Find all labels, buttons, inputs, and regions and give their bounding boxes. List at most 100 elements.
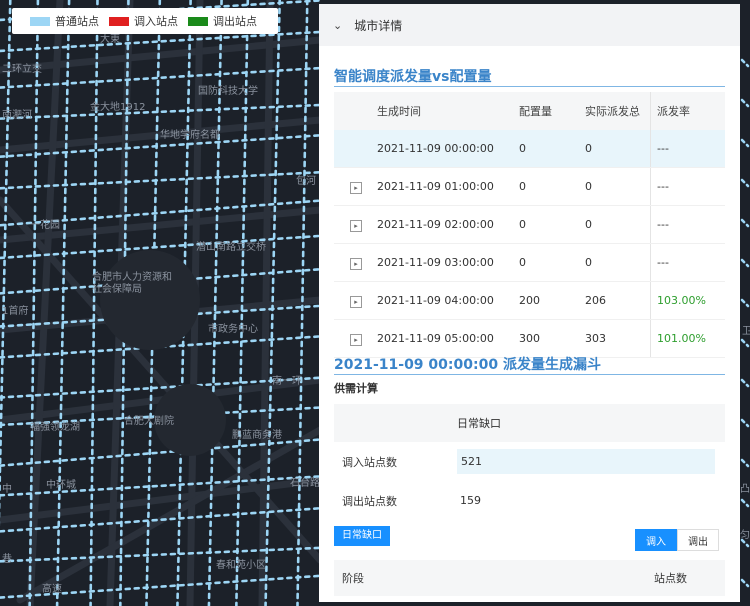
cell-rate: --- (650, 205, 725, 244)
table-header-row: 生成时间 配置量 实际派发总 派发率 (334, 92, 725, 130)
map-label: 中 (2, 484, 12, 495)
table-header-row: 日常缺口 (334, 404, 725, 442)
station-line (0, 546, 322, 563)
expand-col-header (334, 92, 376, 130)
legend-item-normal[interactable]: 普通站点 (30, 13, 99, 29)
map-label: 卫 (742, 326, 750, 337)
table-row[interactable]: ▸ 2021-11-09 01:00:00 0 0 --- (334, 167, 725, 206)
cell-time: 2021-11-09 02:00:00 (376, 205, 518, 244)
legend-swatch (30, 16, 50, 26)
map-label: 南一环 (272, 376, 302, 387)
expand-icon[interactable]: ▸ (350, 257, 362, 270)
map-label: 鹏蓝商务港 (232, 430, 282, 441)
toggle-in-button[interactable]: 调入 (635, 529, 677, 551)
map-label: 凸 (740, 484, 750, 495)
table-row[interactable]: ▸ 2021-11-09 04:00:00 200 206 103.00% (334, 281, 725, 320)
chevron-down-icon[interactable]: ⌄ (333, 19, 342, 32)
cell-time: 2021-11-09 00:00:00 (376, 130, 518, 168)
legend-item-in[interactable]: 调入站点 (109, 13, 178, 29)
legend-label: 调出站点 (213, 15, 257, 28)
col-header[interactable]: 生成时间 (376, 92, 518, 130)
legend-swatch (188, 16, 208, 26)
col-header[interactable]: 派发率 (650, 92, 725, 130)
table-row[interactable]: ▸ 2021-11-09 03:00:00 0 0 --- (334, 243, 725, 282)
col-header[interactable]: 实际派发总 (584, 92, 651, 130)
legend-swatch (109, 16, 129, 26)
table-row[interactable]: ▸ 2021-11-09 02:00:00 0 0 --- (334, 205, 725, 244)
cell-rate: --- (650, 167, 725, 206)
table-row: 调入站点数 521 (334, 442, 725, 481)
city-detail-panel: ⌄ 城市详情 智能调度派发量vs配置量 生成时间 配置量 实际派发总 派发率 2… (319, 4, 740, 602)
station-line (740, 98, 750, 108)
map-label: 金大地1912 (90, 102, 146, 113)
map-label: 潜山南路立交桥 (196, 242, 266, 253)
map-legend: 普通站点 调入站点 调出站点 (12, 8, 278, 34)
cell-rate: --- (650, 130, 725, 168)
divider (334, 374, 725, 375)
cell-value: 159 (460, 494, 481, 507)
panel-title: 城市详情 (354, 18, 403, 33)
row-header-blank (334, 404, 456, 442)
table-row[interactable]: ▸ 2021-11-09 05:00:00 300 303 101.00% (334, 319, 725, 358)
park-area (100, 250, 200, 350)
station-line (740, 378, 750, 388)
expand-cell[interactable]: ▸ (334, 167, 376, 206)
map-label: 南淝河 (2, 110, 32, 121)
expand-cell[interactable]: ▸ (334, 281, 376, 320)
supply-table: 日常缺口 调入站点数 521 调出站点数 159 (334, 404, 725, 520)
in-out-toggle: 调入 调出 (635, 529, 719, 551)
expand-icon[interactable]: ▸ (350, 219, 362, 232)
expand-cell[interactable]: ▸ (334, 243, 376, 282)
toggle-out-button[interactable]: 调出 (677, 529, 719, 551)
cell-config: 0 (518, 243, 584, 282)
expand-icon[interactable]: ▸ (350, 295, 362, 308)
panel-header[interactable]: ⌄ 城市详情 (319, 4, 740, 46)
cell-rate: 101.00% (650, 319, 725, 358)
cell-rate: 103.00% (650, 281, 725, 320)
map-label: 华地学府名都 (160, 130, 220, 141)
table-row[interactable]: 2021-11-09 00:00:00 0 0 --- (334, 130, 725, 168)
divider (334, 86, 725, 87)
map-label: 石台路 (290, 478, 320, 489)
legend-label: 普通站点 (55, 15, 99, 28)
station-line (740, 458, 750, 468)
col-header: 阶段 (334, 560, 653, 596)
station-line (740, 58, 750, 68)
station-line (740, 258, 750, 268)
station-line (740, 498, 750, 508)
expand-icon[interactable]: ▸ (350, 181, 362, 194)
map-label: 巷 (2, 554, 12, 565)
col-header[interactable]: 配置量 (518, 92, 584, 130)
expand-cell[interactable]: ▸ (334, 205, 376, 244)
daily-gap-button[interactable]: 日常缺口 (334, 526, 390, 546)
map-label: 1首府 (2, 306, 29, 317)
expand-cell[interactable]: ▸ (334, 319, 376, 358)
cell-actual: 0 (584, 167, 651, 206)
map-label: 市政务中心 (208, 324, 258, 335)
legend-label: 调入站点 (134, 15, 178, 28)
map-label: 中环城 (46, 480, 76, 491)
cell-config: 0 (518, 130, 584, 168)
supply-label: 供需计算 (334, 382, 378, 395)
cell-config: 300 (518, 319, 584, 358)
section-title-funnel: 2021-11-09 00:00:00 派发量生成漏斗 (334, 357, 601, 373)
col-header: 站点数 (653, 560, 725, 596)
station-line (740, 298, 750, 308)
map-label: 春和苑小区 (216, 560, 266, 571)
station-line (740, 578, 750, 588)
station-line (740, 138, 750, 148)
map-label: 一花园 (30, 220, 60, 231)
station-line (740, 338, 750, 348)
value-highlight: 521 (457, 449, 715, 474)
map-label: 高速 (42, 584, 62, 595)
legend-item-out[interactable]: 调出站点 (188, 13, 257, 29)
station-line (740, 418, 750, 428)
cell-time: 2021-11-09 04:00:00 (376, 281, 518, 320)
cell-actual: 0 (584, 130, 651, 168)
section-title-dispatch: 智能调度派发量vs配置量 (334, 69, 492, 85)
expand-icon[interactable]: ▸ (350, 333, 362, 346)
dispatch-table: 生成时间 配置量 实际派发总 派发率 2021-11-09 00:00:00 0… (334, 92, 725, 358)
cell-actual: 0 (584, 243, 651, 282)
col-header: 日常缺口 (456, 404, 725, 442)
map-label: 二环立交 (2, 64, 42, 75)
